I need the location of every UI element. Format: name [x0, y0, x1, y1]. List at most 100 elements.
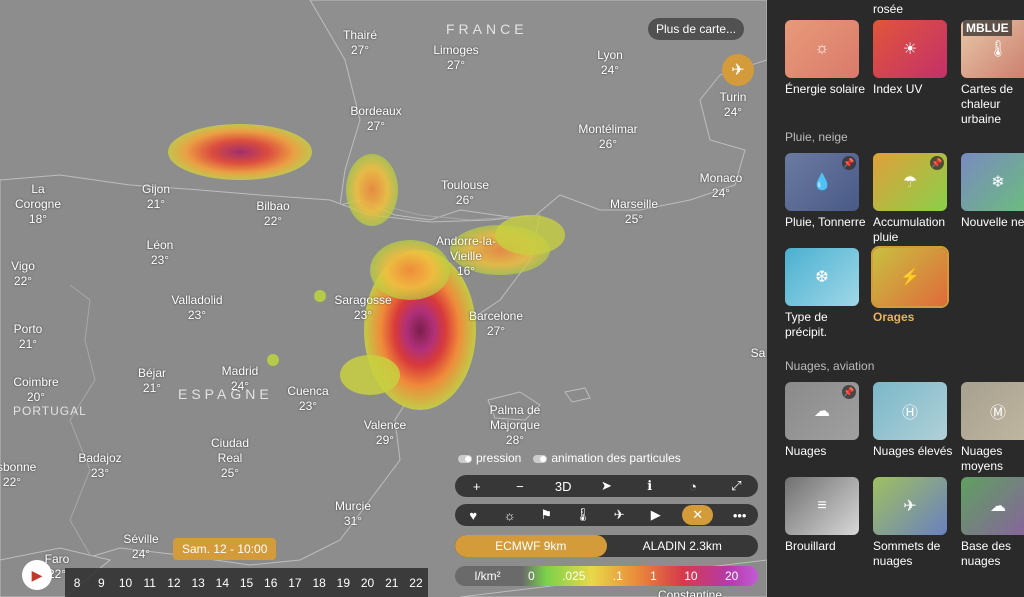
uv-icon: ☀ [902, 41, 918, 58]
weather-map[interactable]: Plus de carte... ✈ FRANCE ESPAGNE PORTUG… [0, 0, 767, 597]
layer-tile[interactable]: ≡ [785, 477, 859, 535]
city-label: Vigo 22° [11, 259, 35, 288]
city-label: Badajoz 23° [78, 451, 122, 480]
timeline-hour[interactable]: 9 [89, 576, 113, 590]
timeline-hour[interactable]: 17 [283, 576, 307, 590]
timeline-hour[interactable]: 20 [355, 576, 379, 590]
timeline-hour[interactable]: 19 [331, 576, 355, 590]
city-label: Saragosse 23° [334, 293, 392, 322]
city-label: La Corogne 18° [14, 182, 62, 226]
layer-tile[interactable]: ❄ [961, 153, 1024, 211]
timeline-hour[interactable]: 15 [234, 576, 258, 590]
more-maps-button[interactable]: Plus de carte... [648, 18, 745, 40]
city-label: Monaco 24° [699, 171, 743, 200]
timeline-hour[interactable]: 18 [307, 576, 331, 590]
layer-tile[interactable]: ❆ [785, 248, 859, 306]
mid-cloud-icon: Ⓜ [989, 405, 1007, 422]
layer-tile-label: Énergie solaire [785, 82, 866, 96]
panel-top-label: rosée [873, 2, 904, 16]
thermometer-icon: 🌡 [987, 41, 1009, 58]
city-label: Montélimar 26° [578, 122, 638, 151]
zoom-in-icon[interactable]: + [467, 476, 487, 496]
3d-icon[interactable]: 3D [553, 476, 573, 496]
video-icon[interactable]: ▶ [646, 505, 666, 525]
model-selector: ECMWF 9km ALADIN 2.3km [455, 535, 758, 557]
layer-tile-label: Nuages [785, 444, 827, 458]
city-label: Bilbao 22° [256, 199, 290, 228]
layer-tile-label: Nuages moyens [961, 444, 1004, 473]
layer-tile-label: Accumulation pluie [873, 215, 946, 244]
timeline-hour[interactable]: 12 [162, 576, 186, 590]
timeline-hour[interactable]: 14 [210, 576, 234, 590]
city-label: Coimbre 20° [13, 375, 59, 404]
city-label: Constantine [657, 588, 723, 597]
layer-tile[interactable]: ✈ [873, 477, 947, 535]
city-label: Béjar 21° [137, 366, 167, 395]
timeline-hour[interactable]: 13 [186, 576, 210, 590]
more-icon[interactable]: ••• [730, 505, 750, 525]
play-button[interactable]: ▶ [22, 560, 52, 590]
city-label: Ciudad Real 25° [210, 436, 250, 480]
map-toggles: pression animation des particules [458, 451, 681, 465]
weather-icon[interactable]: ☼ [500, 505, 520, 525]
favorite-icon[interactable]: ♥ [463, 505, 483, 525]
legend-value: .025 [562, 569, 586, 583]
tile-badge: MBLUE [963, 20, 1012, 36]
layer-tile[interactable]: ☼ [785, 20, 859, 78]
rain-cloud-icon: ☂ [902, 174, 918, 191]
sun-icon: ☼ [814, 40, 830, 57]
close-icon[interactable]: ✕ [682, 505, 714, 525]
country-label-france: FRANCE [446, 21, 528, 37]
layer-shortcuts-toolbar: ♥ ☼ ⚑ 🌡 ✈ ▶ ✕ ••• [455, 504, 758, 526]
country-label-portugal: PORTUGAL [13, 404, 87, 418]
layer-tile[interactable]: ☂ 📌 [873, 153, 947, 211]
city-label: Toulouse 26° [440, 178, 490, 207]
layer-tile[interactable]: ☀ [873, 20, 947, 78]
high-cloud-icon: Ⓗ [901, 405, 919, 422]
plane-icon[interactable]: ✈ [609, 505, 629, 525]
city-label: Valence 29° [363, 418, 407, 447]
legend-value: 20 [724, 569, 739, 583]
timeline-hour[interactable]: 21 [380, 576, 404, 590]
layer-tile[interactable]: Ⓗ [873, 382, 947, 440]
pin-icon[interactable]: 📌 [930, 156, 944, 170]
pressure-toggle[interactable]: pression [458, 451, 521, 465]
timeline-hour[interactable]: 10 [113, 576, 137, 590]
toggle-switch-icon [533, 454, 548, 463]
plane-icon: ✈ [731, 62, 745, 79]
city-label: Barcelone 27° [468, 309, 524, 338]
timeline[interactable]: 8 9 10 11 12 13 14 15 16 17 18 19 20 21 22 [65, 568, 428, 597]
layer-tile[interactable]: ☁ 📌 [785, 382, 859, 440]
timeline-hour[interactable]: 11 [138, 576, 162, 590]
layer-tile[interactable]: ⚡ [871, 246, 949, 308]
pin-icon[interactable]: 📌 [842, 156, 856, 170]
thermometer-icon[interactable]: 🌡 [573, 505, 593, 525]
layer-tile[interactable]: 🌡 MBLUE [961, 20, 1024, 78]
flight-button[interactable]: ✈ [722, 54, 754, 86]
precip-legend: l/km² 0 .025 .1 1 10 20 [455, 566, 758, 586]
layer-panel: rosée ☼ Énergie solaire ☀ Index UV 🌡 MBLUE Car… [767, 0, 1024, 597]
layer-tile-label: Brouillard [785, 539, 836, 553]
timeline-hour[interactable]: 22 [404, 576, 428, 590]
legend-value: 1 [650, 569, 657, 583]
flag-icon[interactable]: ⚑ [536, 505, 556, 525]
layer-tile[interactable]: Ⓜ [961, 382, 1024, 440]
layer-tile[interactable]: 💧 📌 [785, 153, 859, 211]
timeline-hour[interactable]: 16 [259, 576, 283, 590]
info-icon[interactable]: ℹ [640, 476, 660, 496]
layer-tile-label: Pluie, Tonnerre [785, 215, 866, 229]
model-option[interactable]: ALADIN 2.3km [607, 535, 759, 557]
fullscreen-icon[interactable]: ⤢ [726, 476, 746, 496]
layer-tile-label: Cartes de chaleur urbaine [961, 82, 1014, 126]
storm-icon: ⚡ [900, 269, 920, 286]
settings-icon[interactable]: ◔ [683, 476, 703, 496]
pin-icon[interactable]: 📌 [842, 385, 856, 399]
model-option[interactable]: ECMWF 9km [455, 535, 607, 557]
locate-icon[interactable]: ➤ [596, 476, 616, 496]
layer-tile[interactable]: ☁ [961, 477, 1024, 535]
fog-icon: ≡ [817, 497, 827, 514]
zoom-out-icon[interactable]: − [510, 476, 530, 496]
particles-toggle[interactable]: animation des particules [533, 451, 681, 465]
timeline-hour[interactable]: 8 [65, 576, 89, 590]
layer-tile-label: Orages [873, 310, 915, 324]
